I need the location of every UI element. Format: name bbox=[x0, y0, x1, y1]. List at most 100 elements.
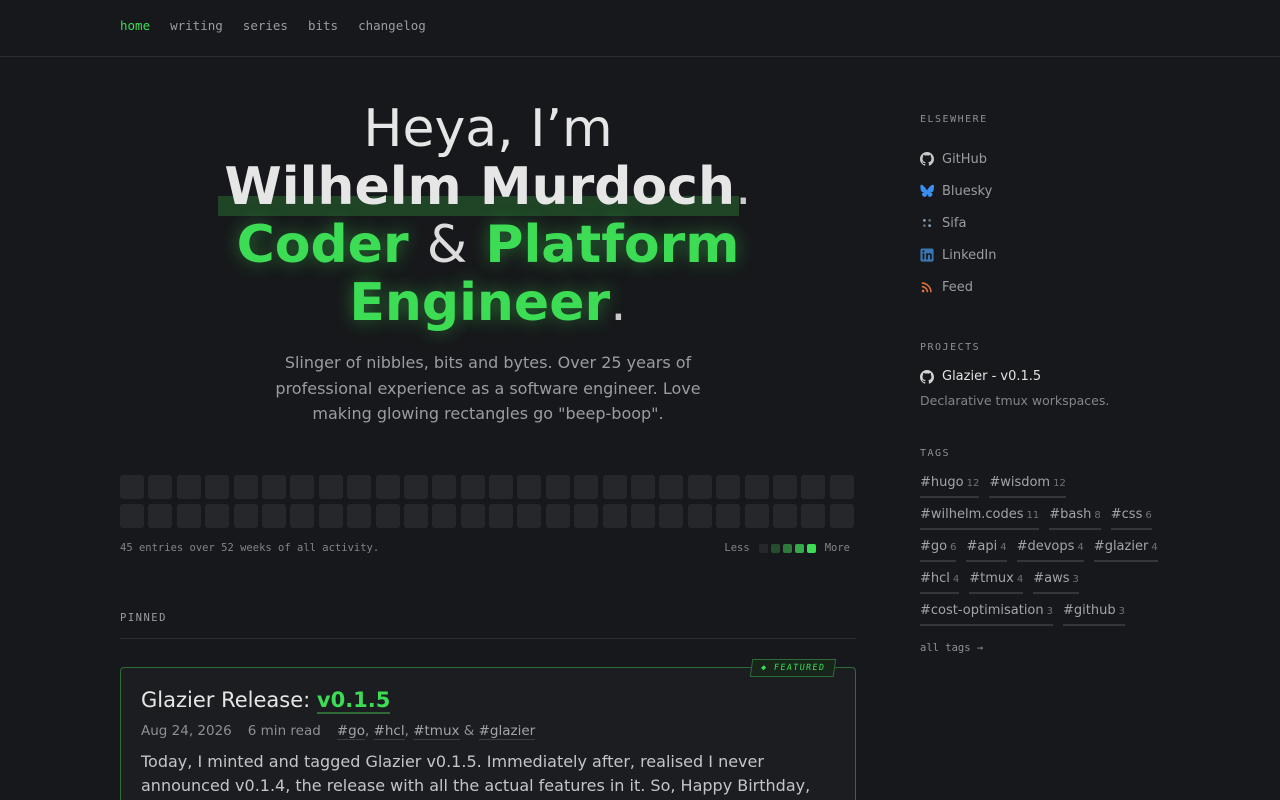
activity-legend: Less More bbox=[718, 542, 856, 554]
hero-role-period: . bbox=[610, 273, 627, 333]
tag-link[interactable]: #tmux 4 bbox=[969, 569, 1024, 594]
hero-role-line: Coder & Platform bbox=[120, 216, 856, 274]
hero-role-amp: & bbox=[426, 215, 468, 275]
activity-cell bbox=[375, 504, 400, 528]
tag-link[interactable]: #cost-optimisation 3 bbox=[920, 601, 1054, 626]
activity-cell bbox=[489, 504, 514, 528]
activity-cell bbox=[318, 475, 343, 499]
hero-role-platform: Platform bbox=[485, 215, 740, 275]
post-tag-glazier[interactable]: #glazier bbox=[478, 723, 536, 740]
tag-link[interactable]: #hugo 12 bbox=[920, 473, 980, 498]
post-excerpt: Today, I minted and tagged Glazier v0.1.… bbox=[141, 752, 811, 795]
tag-link[interactable]: #css 6 bbox=[1110, 505, 1152, 530]
tag-link[interactable]: #api 4 bbox=[966, 537, 1007, 562]
post-title-version[interactable]: v0.1.5 bbox=[316, 688, 391, 714]
post-title[interactable]: Glazier Release: v0.1.5 bbox=[141, 686, 835, 714]
tag-name: #go bbox=[920, 539, 948, 554]
activity-cell bbox=[631, 504, 656, 528]
nav-changelog[interactable]: changelog bbox=[358, 18, 426, 34]
activity-cell bbox=[545, 475, 570, 499]
legend-more: More bbox=[824, 542, 850, 554]
activity-graph: 45 entries over 52 weeks of all activity… bbox=[120, 475, 856, 554]
featured-badge: ◆ FEATURED bbox=[749, 659, 837, 677]
hero-role-line-2: Engineer. bbox=[120, 274, 856, 332]
activity-cell bbox=[574, 504, 599, 528]
project-glazier[interactable]: Glazier - v0.1.5 bbox=[920, 369, 1160, 384]
post-tag-go[interactable]: #go bbox=[336, 723, 365, 740]
hero-role-coder: Coder bbox=[236, 215, 409, 275]
top-nav: home writing series bits changelog bbox=[0, 0, 1280, 57]
tag-count: 3 bbox=[1072, 574, 1079, 585]
activity-cell bbox=[687, 504, 712, 528]
nav-series[interactable]: series bbox=[243, 18, 288, 34]
activity-cell bbox=[829, 504, 854, 528]
link-bluesky[interactable]: Bluesky bbox=[920, 175, 1160, 207]
tag-link[interactable]: #github 3 bbox=[1063, 601, 1125, 626]
hero-subtitle: Slinger of nibbles, bits and bytes. Over… bbox=[275, 353, 701, 423]
bluesky-icon bbox=[920, 184, 934, 197]
all-tags-link[interactable]: all tags → bbox=[920, 642, 1160, 654]
tag-link[interactable]: #devops 4 bbox=[1016, 537, 1084, 562]
tag-name: #github bbox=[1063, 603, 1116, 618]
activity-cell bbox=[403, 475, 428, 499]
pinned-heading: PINNED bbox=[120, 612, 856, 639]
tag-count: 6 bbox=[950, 542, 957, 553]
post-title-prefix: Glazier Release: bbox=[141, 688, 311, 712]
tag-link[interactable]: #glazier 4 bbox=[1093, 537, 1158, 562]
tag-link[interactable]: #aws 3 bbox=[1033, 569, 1079, 594]
tag-count: 4 bbox=[1077, 542, 1084, 553]
hero: Heya, I’m Wilhelm Murdoch. Coder & Platf… bbox=[120, 100, 856, 427]
link-feed[interactable]: Feed bbox=[920, 271, 1160, 303]
link-linkedin[interactable]: LinkedIn bbox=[920, 239, 1160, 271]
hero-role-engineer: Engineer bbox=[349, 273, 611, 333]
post-tag-tmux[interactable]: #tmux bbox=[413, 723, 460, 740]
nav-links: home writing series bits changelog bbox=[120, 18, 426, 34]
tag-separator: , bbox=[364, 723, 370, 739]
sidebar: ELSEWHERE GitHub Bluesky Sifa LinkedIn F… bbox=[920, 114, 1160, 654]
tag-separator: , bbox=[404, 723, 409, 739]
activity-cell bbox=[261, 504, 286, 528]
project-description: Declarative tmux workspaces. bbox=[920, 393, 1110, 408]
nav-bits[interactable]: bits bbox=[308, 18, 338, 34]
nav-home[interactable]: home bbox=[120, 18, 150, 34]
tag-count: 4 bbox=[1000, 542, 1007, 553]
tag-name: #hugo bbox=[920, 475, 964, 490]
activity-cell bbox=[176, 504, 201, 528]
link-sifa[interactable]: Sifa bbox=[920, 207, 1160, 239]
hero-name-period: . bbox=[735, 157, 752, 217]
activity-cell bbox=[148, 475, 173, 499]
tag-separator: & bbox=[463, 723, 475, 739]
tag-count: 4 bbox=[1151, 542, 1158, 553]
projects-heading: PROJECTS bbox=[920, 342, 981, 353]
activity-cell bbox=[545, 504, 570, 528]
activity-cell bbox=[659, 475, 684, 499]
activity-cell bbox=[772, 504, 797, 528]
post-date: Aug 24, 2026 bbox=[141, 723, 232, 739]
post-tag-hcl[interactable]: #hcl bbox=[373, 723, 405, 740]
tag-link[interactable]: #bash 8 bbox=[1049, 505, 1101, 530]
tag-link[interactable]: #wisdom 12 bbox=[989, 473, 1066, 498]
tags-heading: TAGS bbox=[920, 448, 951, 459]
nav-writing[interactable]: writing bbox=[170, 18, 223, 34]
activity-cell bbox=[744, 504, 769, 528]
activity-cell bbox=[403, 504, 428, 528]
pinned-post-card[interactable]: ◆ FEATURED Glazier Release: v0.1.5 Aug 2… bbox=[120, 659, 856, 800]
activity-cell bbox=[602, 475, 627, 499]
tag-link[interactable]: #hcl 4 bbox=[920, 569, 960, 594]
tag-count: 3 bbox=[1046, 606, 1054, 617]
tag-link[interactable]: #wilhelm.codes 11 bbox=[920, 505, 1040, 530]
elsewhere-heading: ELSEWHERE bbox=[920, 114, 988, 125]
activity-cell bbox=[261, 475, 286, 499]
tag-name: #hcl bbox=[920, 571, 950, 586]
tag-name: #glazier bbox=[1093, 539, 1149, 554]
activity-cell bbox=[744, 475, 769, 499]
legend-less: Less bbox=[724, 542, 750, 554]
elsewhere-links: GitHub Bluesky Sifa LinkedIn Feed bbox=[920, 143, 1160, 303]
activity-cell bbox=[205, 475, 230, 499]
activity-cell bbox=[347, 475, 372, 499]
activity-cell bbox=[432, 504, 457, 528]
link-github[interactable]: GitHub bbox=[920, 143, 1160, 175]
github-icon bbox=[920, 152, 934, 166]
activity-cell bbox=[602, 504, 627, 528]
tag-link[interactable]: #go 6 bbox=[920, 537, 957, 562]
